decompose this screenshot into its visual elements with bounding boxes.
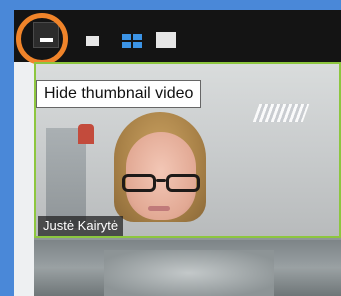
second-video-tile[interactable] (34, 240, 341, 296)
ceiling-light (252, 104, 310, 122)
participant-mouth (148, 206, 170, 211)
gallery-view-button[interactable] (122, 34, 142, 48)
participant-glasses (120, 174, 204, 194)
single-speaker-button[interactable] (86, 36, 99, 46)
hide-thumbnail-video-button[interactable] (33, 22, 59, 48)
participant-name-label: Justė Kairytė (38, 216, 124, 236)
window-side-panel (14, 60, 34, 296)
window-frame-top (0, 0, 341, 10)
second-video-content (104, 250, 274, 296)
video-toolbar (14, 10, 341, 62)
minimize-bar-icon (40, 38, 53, 42)
full-screen-button[interactable] (156, 32, 176, 48)
window-frame-left (0, 0, 14, 296)
tooltip: Hide thumbnail video (36, 80, 202, 108)
background-lamp (78, 124, 94, 144)
